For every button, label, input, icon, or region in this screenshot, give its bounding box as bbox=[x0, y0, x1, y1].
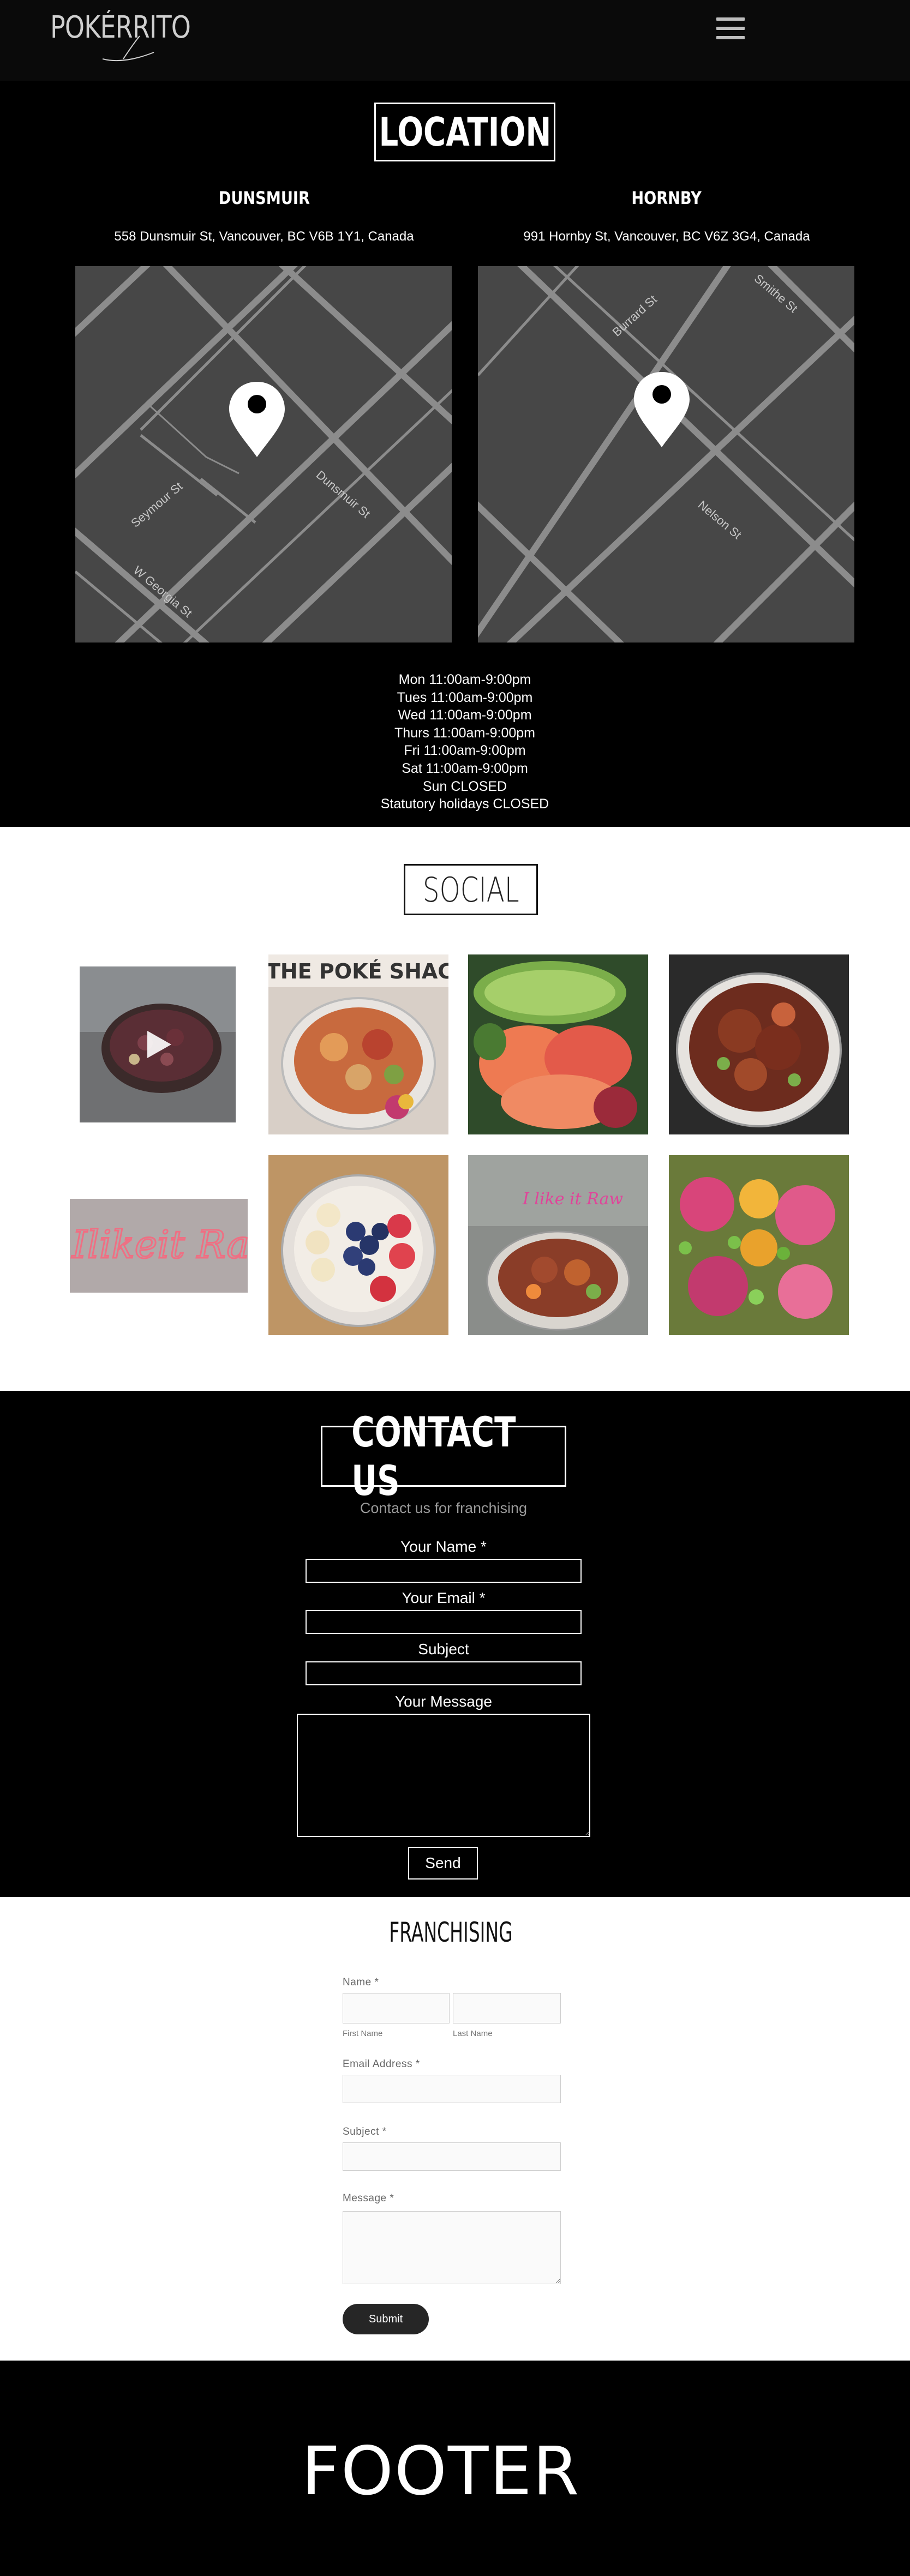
instagram-video-tile[interactable] bbox=[80, 966, 236, 1122]
location-title: LOCATION bbox=[374, 103, 555, 161]
pink-sign-text: I like it Raw bbox=[522, 1190, 623, 1209]
street-label-smithe: Smithe St bbox=[752, 272, 800, 315]
location-section: LOCATION DUNSMUIR 558 Dunsmuir St, Vanco… bbox=[0, 81, 910, 827]
hours-line: Sun CLOSED bbox=[422, 778, 507, 794]
last-name-input[interactable] bbox=[453, 1993, 561, 2023]
instagram-photo-tile[interactable] bbox=[268, 1155, 448, 1335]
contact-title: CONTACT US bbox=[321, 1408, 566, 1505]
map-hornby[interactable]: Burrard St Smithe St Nelson St bbox=[478, 266, 854, 643]
street-label-burrard: Burrard St bbox=[610, 292, 660, 339]
subject-label: Subject * bbox=[343, 2126, 387, 2137]
email-address-input[interactable] bbox=[343, 2075, 561, 2103]
instagram-photo-tile[interactable] bbox=[669, 954, 849, 1134]
poke-shack-banner: THE POKÉ SHACK bbox=[268, 959, 448, 983]
footer-text: FOOTER bbox=[301, 2433, 580, 2510]
subject-input[interactable] bbox=[343, 2142, 561, 2171]
store-name-dunsmuir: DUNSMUIR bbox=[218, 188, 310, 208]
instagram-photo-tile[interactable] bbox=[669, 1155, 849, 1335]
first-name-input[interactable] bbox=[343, 1993, 450, 2023]
store-address-hornby: 991 Hornby St, Vancouver, BC V6Z 3G4, Ca… bbox=[523, 229, 810, 244]
store-name-hornby: HORNBY bbox=[631, 188, 702, 208]
street-label-nelson: Nelson St bbox=[696, 498, 744, 542]
social-title: SOCIAL bbox=[404, 864, 538, 915]
instagram-photo-tile[interactable]: I like it Raw bbox=[468, 1155, 648, 1335]
hours-line: Fri 11:00am-9:00pm bbox=[404, 743, 526, 759]
submit-button[interactable]: Submit bbox=[343, 2304, 429, 2334]
subject-label: Subject bbox=[418, 1641, 469, 1658]
logo-swash-icon bbox=[102, 35, 154, 62]
your-message-label: Your Message bbox=[395, 1693, 492, 1710]
last-name-label: Last Name bbox=[453, 2029, 493, 2038]
message-textarea[interactable] bbox=[343, 2211, 561, 2284]
instagram-photo-tile[interactable]: THE POKÉ SHACK bbox=[268, 954, 448, 1134]
hours-line: Statutory holidays CLOSED bbox=[380, 796, 549, 812]
contact-section: CONTACT US Contact us for franchising Yo… bbox=[0, 1391, 910, 1897]
franchising-title: FRANCHISING bbox=[388, 1917, 513, 1948]
social-section: SOCIAL THE POKÉ SHACK bbox=[0, 827, 910, 1391]
instagram-photo-tile[interactable]: Ilikeit Raw bbox=[70, 1199, 248, 1293]
hours-line: Mon 11:00am-9:00pm bbox=[398, 672, 531, 687]
footer: FOOTER bbox=[0, 2361, 910, 2576]
hours-line: Wed 11:00am-9:00pm bbox=[398, 707, 532, 723]
top-nav: POKÉRRITO bbox=[0, 0, 910, 81]
opening-hours: Mon 11:00am-9:00pm Tues 11:00am-9:00pm W… bbox=[0, 671, 910, 813]
hamburger-icon[interactable] bbox=[716, 17, 745, 39]
contact-subtitle: Contact us for franchising bbox=[360, 1500, 528, 1516]
message-label: Message * bbox=[343, 2193, 394, 2204]
neon-sign-text: Ilikeit Raw bbox=[71, 1222, 248, 1267]
first-name-label: First Name bbox=[343, 2029, 383, 2038]
map-dunsmuir[interactable]: Seymour St Dunsmuir St W Georgia St bbox=[75, 266, 452, 643]
your-name-label: Your Name * bbox=[400, 1538, 487, 1555]
name-label: Name * bbox=[343, 1977, 379, 1988]
hours-line: Tues 11:00am-9:00pm bbox=[397, 689, 533, 705]
store-address-dunsmuir: 558 Dunsmuir St, Vancouver, BC V6B 1Y1, … bbox=[114, 229, 414, 244]
subject-input[interactable] bbox=[306, 1661, 582, 1685]
email-address-label: Email Address * bbox=[343, 2058, 420, 2070]
your-message-textarea[interactable] bbox=[297, 1714, 590, 1837]
franchising-section: FRANCHISING Name * First Name Last Name … bbox=[0, 1897, 910, 2361]
hours-line: Sat 11:00am-9:00pm bbox=[402, 760, 528, 776]
hours-line: Thurs 11:00am-9:00pm bbox=[394, 725, 535, 741]
your-email-input[interactable] bbox=[306, 1610, 582, 1634]
map-pin-icon[interactable] bbox=[634, 372, 690, 447]
street-label-seymour: Seymour St bbox=[128, 479, 185, 530]
map-pin-icon[interactable] bbox=[229, 382, 285, 457]
your-email-label: Your Email * bbox=[402, 1589, 486, 1606]
send-button[interactable]: Send bbox=[408, 1847, 478, 1880]
your-name-input[interactable] bbox=[306, 1559, 582, 1583]
instagram-photo-tile[interactable] bbox=[468, 954, 648, 1134]
